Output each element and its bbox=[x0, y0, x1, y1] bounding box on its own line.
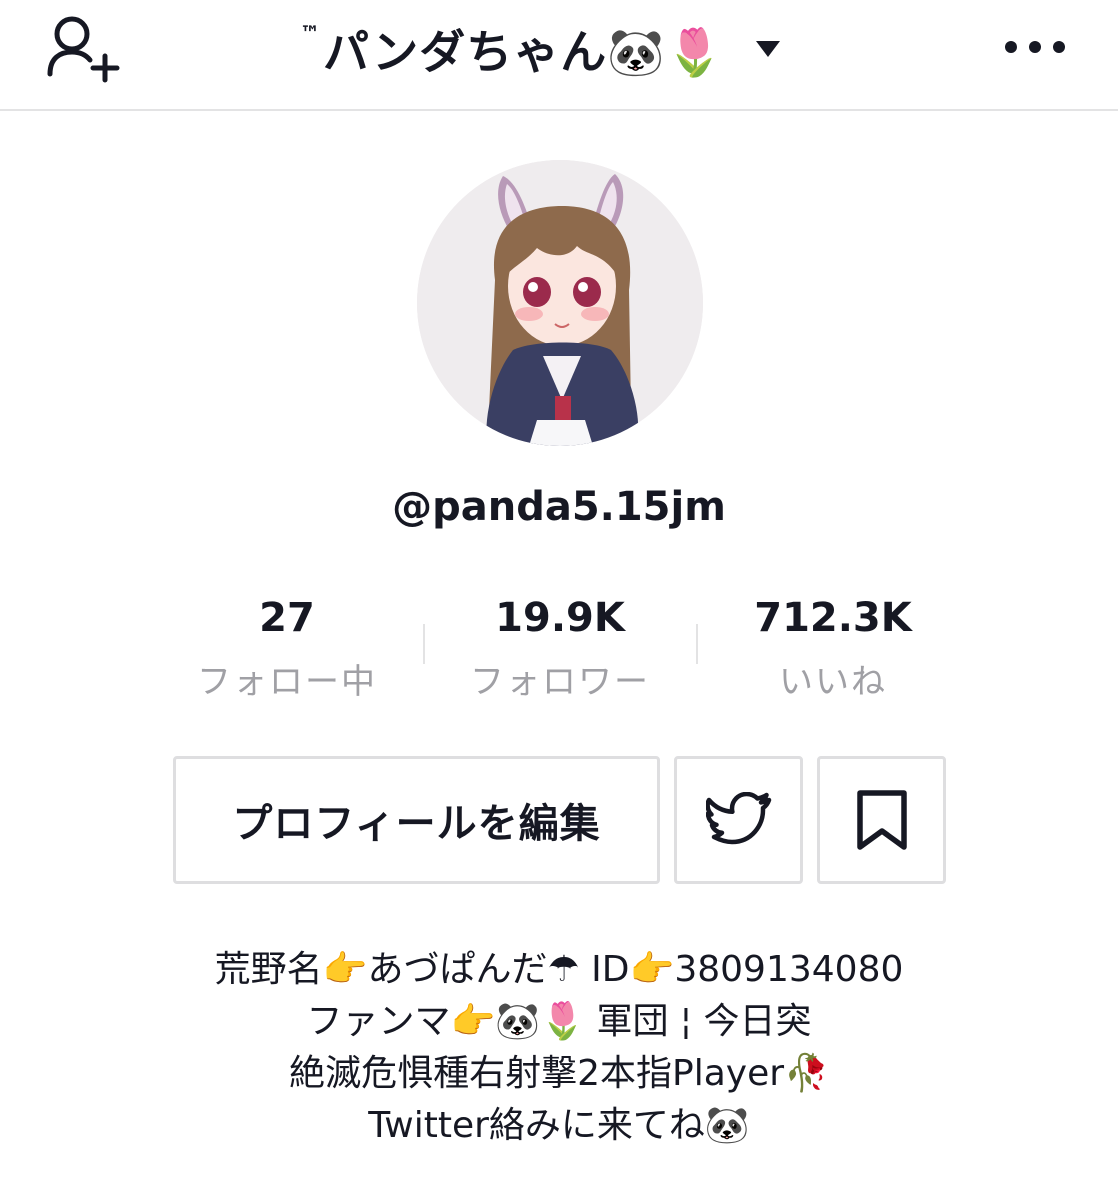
stat-value: 27 bbox=[259, 595, 315, 641]
account-title: ™パンダちゃん🐼🌷 bbox=[300, 21, 724, 79]
stat-followers[interactable]: 19.9K フォロワー bbox=[423, 590, 697, 703]
edit-profile-button[interactable]: プロフィールを編集 bbox=[173, 756, 660, 884]
profile-avatar[interactable] bbox=[417, 160, 703, 446]
stat-value: 19.9K bbox=[495, 595, 625, 641]
profile-bio: 荒野名👉あづぱんだ☂ ID👉3809134080 ファンマ👉🐼🌷 軍団 ¦ 今日… bbox=[60, 944, 1058, 1152]
account-switcher[interactable]: ™パンダちゃん🐼🌷 bbox=[300, 14, 782, 84]
username: @panda5.15jm bbox=[392, 484, 726, 530]
bookmark-button[interactable] bbox=[817, 756, 946, 884]
edit-profile-label: プロフィールを編集 bbox=[232, 801, 601, 847]
bio-line: 絶滅危惧種右射撃2本指Player🥀 bbox=[289, 1053, 829, 1094]
stats-row: 27 フォロー中 19.9K フォロワー 712.3K いいね bbox=[150, 590, 970, 710]
bio-line: Twitter絡みに来てね🐼 bbox=[368, 1105, 750, 1146]
top-bar: ™パンダちゃん🐼🌷 bbox=[0, 0, 1118, 111]
add-user-icon[interactable] bbox=[44, 12, 124, 84]
stat-value: 712.3K bbox=[754, 595, 912, 641]
twitter-icon bbox=[705, 792, 771, 845]
bio-line: ファンマ👉🐼🌷 軍団 ¦ 今日突 bbox=[306, 1001, 812, 1042]
stat-likes[interactable]: 712.3K いいね bbox=[696, 590, 970, 703]
twitter-button[interactable] bbox=[674, 756, 803, 884]
stat-label: フォロワー bbox=[470, 662, 650, 702]
stat-label: フォロー中 bbox=[197, 662, 377, 702]
more-icon[interactable] bbox=[1000, 30, 1070, 64]
stat-following[interactable]: 27 フォロー中 bbox=[150, 590, 424, 703]
stat-label: いいね bbox=[779, 662, 887, 702]
bookmark-icon bbox=[856, 790, 907, 850]
bio-line: 荒野名👉あづぱんだ☂ ID👉3809134080 bbox=[214, 949, 904, 990]
chevron-down-icon bbox=[755, 41, 780, 57]
